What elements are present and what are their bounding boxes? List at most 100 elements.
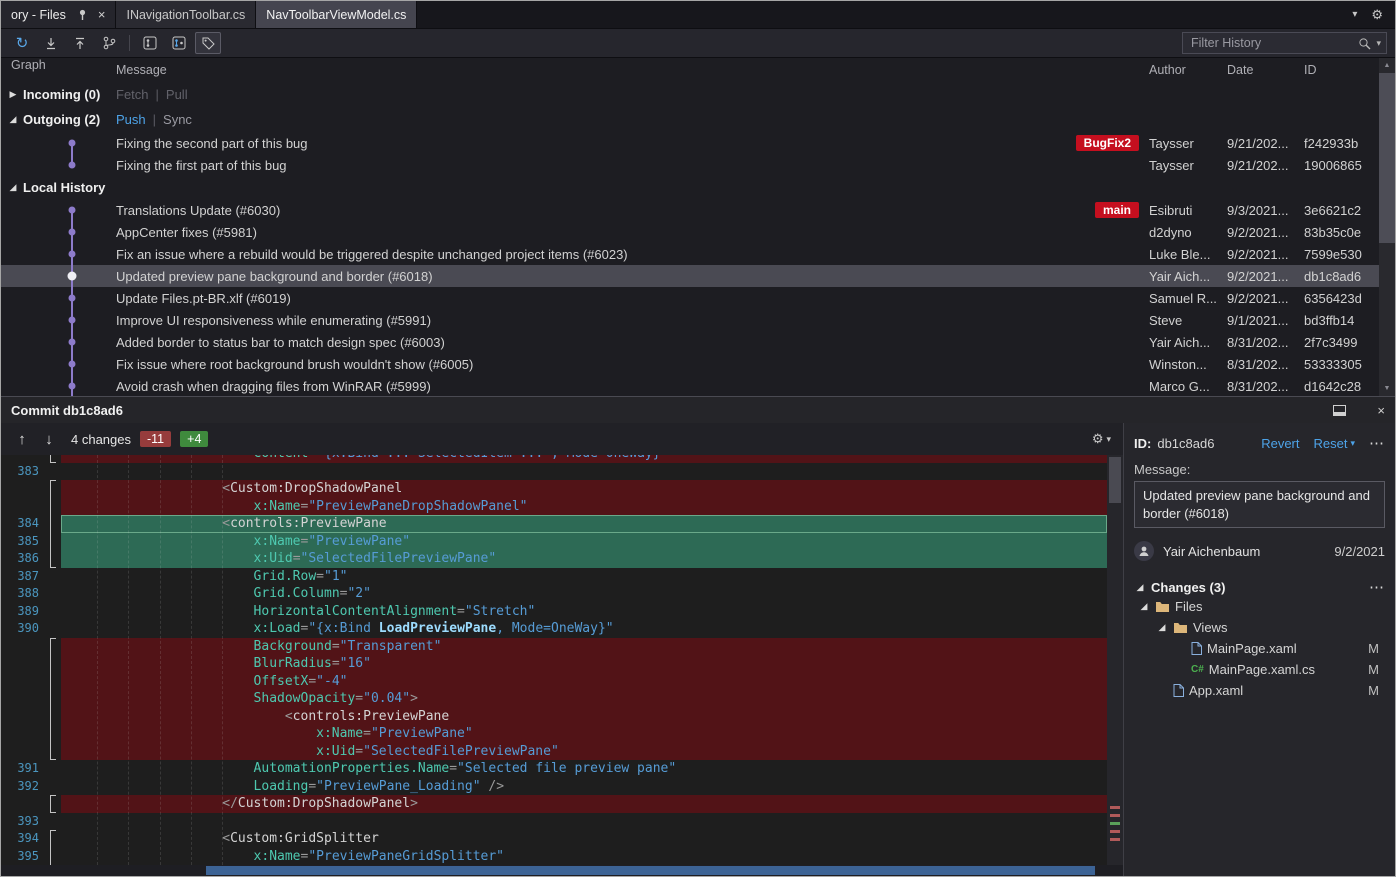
scroll-up-icon[interactable]: ▲ [1379, 58, 1395, 73]
history-commit-row[interactable]: Translations Update (#6030)mainEsibruti9… [1, 199, 1395, 221]
tab-history-files[interactable]: ory - Files × [1, 1, 116, 28]
expanded-arrow-icon[interactable]: ◢ [5, 114, 21, 125]
close-panel-icon[interactable]: × [1377, 404, 1385, 417]
diff-line: <controls:PreviewPane [1, 708, 1107, 726]
history-column-header: Graph Message Author Date ID [1, 58, 1395, 82]
line-number [1, 655, 47, 673]
close-icon[interactable]: × [98, 8, 106, 21]
diff-settings-gear-icon[interactable]: ⚙ [1092, 431, 1104, 447]
history-commit-row[interactable]: Update Files.pt-BR.xlf (#6019)Samuel R..… [1, 287, 1395, 309]
branch-icon[interactable] [96, 32, 122, 54]
tree-item-files[interactable]: ◢Files [1134, 596, 1385, 617]
tab-inavigationtoolbar[interactable]: INavigationToolbar.cs [116, 1, 256, 28]
history-commit-row[interactable]: Fixing the first part of this bugTaysser… [1, 154, 1395, 176]
incoming-section-row[interactable]: ▶ Incoming (0) Fetch | Pull [1, 82, 1395, 107]
collapsed-arrow-icon[interactable]: ▶ [5, 89, 21, 100]
expanded-arrow-icon[interactable]: ◢ [5, 182, 21, 193]
history-scrollbar[interactable]: ▲ ▼ [1379, 58, 1395, 396]
tree-item-views[interactable]: ◢Views [1134, 617, 1385, 638]
code-token: = [308, 455, 316, 461]
code-token: controls:PreviewPane [230, 516, 387, 531]
column-author[interactable]: Author [1149, 63, 1227, 77]
local-history-section-row[interactable]: ◢ Local History [1, 176, 1395, 199]
tab-list-chevron-icon[interactable]: ▾ [1352, 9, 1357, 20]
diff-horizontal-thumb[interactable] [206, 866, 1095, 875]
deletions-badge: -11 [140, 431, 171, 447]
history-commit-row[interactable]: Fix issue where root background brush wo… [1, 353, 1395, 375]
change-bracket [47, 620, 61, 638]
code-token: "{x:Bind [308, 621, 378, 636]
code-token: LoadPreviewPane [379, 621, 496, 636]
chevron-down-icon[interactable]: ▾ [1106, 434, 1111, 445]
code-text: Content="{x:Bind ... SelectedItem ... , … [61, 455, 1107, 463]
diff-line: 385 x:Name="PreviewPane" [1, 533, 1107, 551]
history-commit-row[interactable]: Fix an issue where a rebuild would be tr… [1, 243, 1395, 265]
search-options-chevron-icon[interactable]: ▾ [1376, 38, 1381, 49]
sync-link[interactable]: Sync [163, 112, 192, 127]
change-bracket [47, 708, 61, 726]
line-number: 392 [1, 778, 47, 796]
pin-icon[interactable] [78, 9, 87, 21]
commit-message-box[interactable]: Updated preview pane background and bord… [1134, 481, 1385, 528]
history-commit-row[interactable]: Added border to status bar to match desi… [1, 331, 1395, 353]
expanded-arrow-icon[interactable]: ◢ [1138, 601, 1150, 612]
code-token: Custom:GridSplitter [230, 831, 379, 846]
scrollbar-thumb[interactable] [1379, 73, 1395, 243]
diff-scrollbar-thumb[interactable] [1109, 457, 1121, 503]
previous-change-icon[interactable]: ↑ [13, 431, 31, 448]
next-change-icon[interactable]: ↓ [40, 431, 58, 448]
expanded-arrow-icon[interactable]: ◢ [1156, 622, 1168, 633]
commit-date: 9/2/2021... [1227, 291, 1304, 306]
outgoing-section-row[interactable]: ◢ Outgoing (2) Push | Sync [1, 107, 1395, 132]
commit-dot [69, 162, 76, 169]
tree-item-mainpage-xaml[interactable]: MainPage.xamlM [1134, 638, 1385, 659]
push-link[interactable]: Push [116, 112, 146, 127]
diff-editor[interactable]: Content="{x:Bind ... SelectedItem ... , … [1, 455, 1123, 865]
column-message[interactable]: Message [116, 63, 1149, 77]
gear-icon[interactable]: ⚙ [1371, 7, 1383, 23]
history-commit-row[interactable]: Updated preview pane background and bord… [1, 265, 1395, 287]
history-commit-row[interactable]: AppCenter fixes (#5981)d2dyno9/2/2021...… [1, 221, 1395, 243]
show-tags-icon[interactable] [195, 32, 221, 54]
column-date[interactable]: Date [1227, 63, 1304, 77]
history-commit-row[interactable]: Improve UI responsiveness while enumerat… [1, 309, 1395, 331]
column-graph[interactable]: Graph [1, 58, 116, 82]
filter-history-input[interactable] [1191, 36, 1353, 50]
code-token: "Stretch" [465, 604, 535, 619]
diff-scrollbar[interactable] [1107, 455, 1123, 865]
diff-line: 389 HorizontalContentAlignment="Stretch" [1, 603, 1107, 621]
refresh-icon[interactable]: ↻ [9, 32, 35, 54]
history-toolbar: ↻ ▾ [1, 28, 1395, 57]
scroll-down-icon[interactable]: ▼ [1379, 381, 1395, 396]
more-actions-icon[interactable]: ⋯ [1369, 434, 1385, 452]
expanded-arrow-icon[interactable]: ◢ [1134, 582, 1146, 593]
diff-horizontal-scrollbar[interactable] [1, 865, 1123, 876]
line-number [1, 498, 47, 516]
code-token: "PreviewPane_Loading" [316, 779, 480, 794]
history-commit-row[interactable]: Fixing the second part of this bugBugFix… [1, 132, 1395, 154]
commit-author: Yair Aich... [1149, 269, 1227, 284]
dock-panel-icon[interactable] [1333, 405, 1346, 416]
history-graph-simple-icon[interactable] [137, 32, 163, 54]
changes-more-icon[interactable]: ⋯ [1369, 578, 1385, 596]
branch-badge[interactable]: BugFix2 [1076, 135, 1139, 151]
changes-section-header[interactable]: ◢ Changes (3) ⋯ [1134, 578, 1385, 596]
fetch-icon[interactable] [38, 32, 64, 54]
history-graph-detailed-icon[interactable] [166, 32, 192, 54]
search-icon[interactable] [1358, 37, 1371, 50]
commit-message: Fix issue where root background brush wo… [116, 357, 473, 372]
diff-line: <Custom:DropShadowPanel [1, 480, 1107, 498]
commit-date: 9/2/2021... [1227, 247, 1304, 262]
history-commit-row[interactable]: Avoid crash when dragging files from Win… [1, 375, 1395, 396]
tree-item-mainpage-xaml-cs[interactable]: C#MainPage.xaml.csM [1134, 659, 1385, 680]
push-icon[interactable] [67, 32, 93, 54]
commit-graph-cell [1, 132, 116, 154]
tree-item-app-xaml[interactable]: App.xamlM [1134, 680, 1385, 701]
filter-history-box: ▾ [1182, 32, 1387, 54]
commit-date: 8/31/202... [1227, 379, 1304, 394]
code-text: HorizontalContentAlignment="Stretch" [61, 603, 1107, 621]
tab-navtoolbarviewmodel[interactable]: NavToolbarViewModel.cs [256, 1, 417, 28]
revert-button[interactable]: Revert [1261, 436, 1299, 451]
reset-button[interactable]: Reset ▾ [1314, 436, 1356, 451]
branch-badge[interactable]: main [1095, 202, 1139, 218]
